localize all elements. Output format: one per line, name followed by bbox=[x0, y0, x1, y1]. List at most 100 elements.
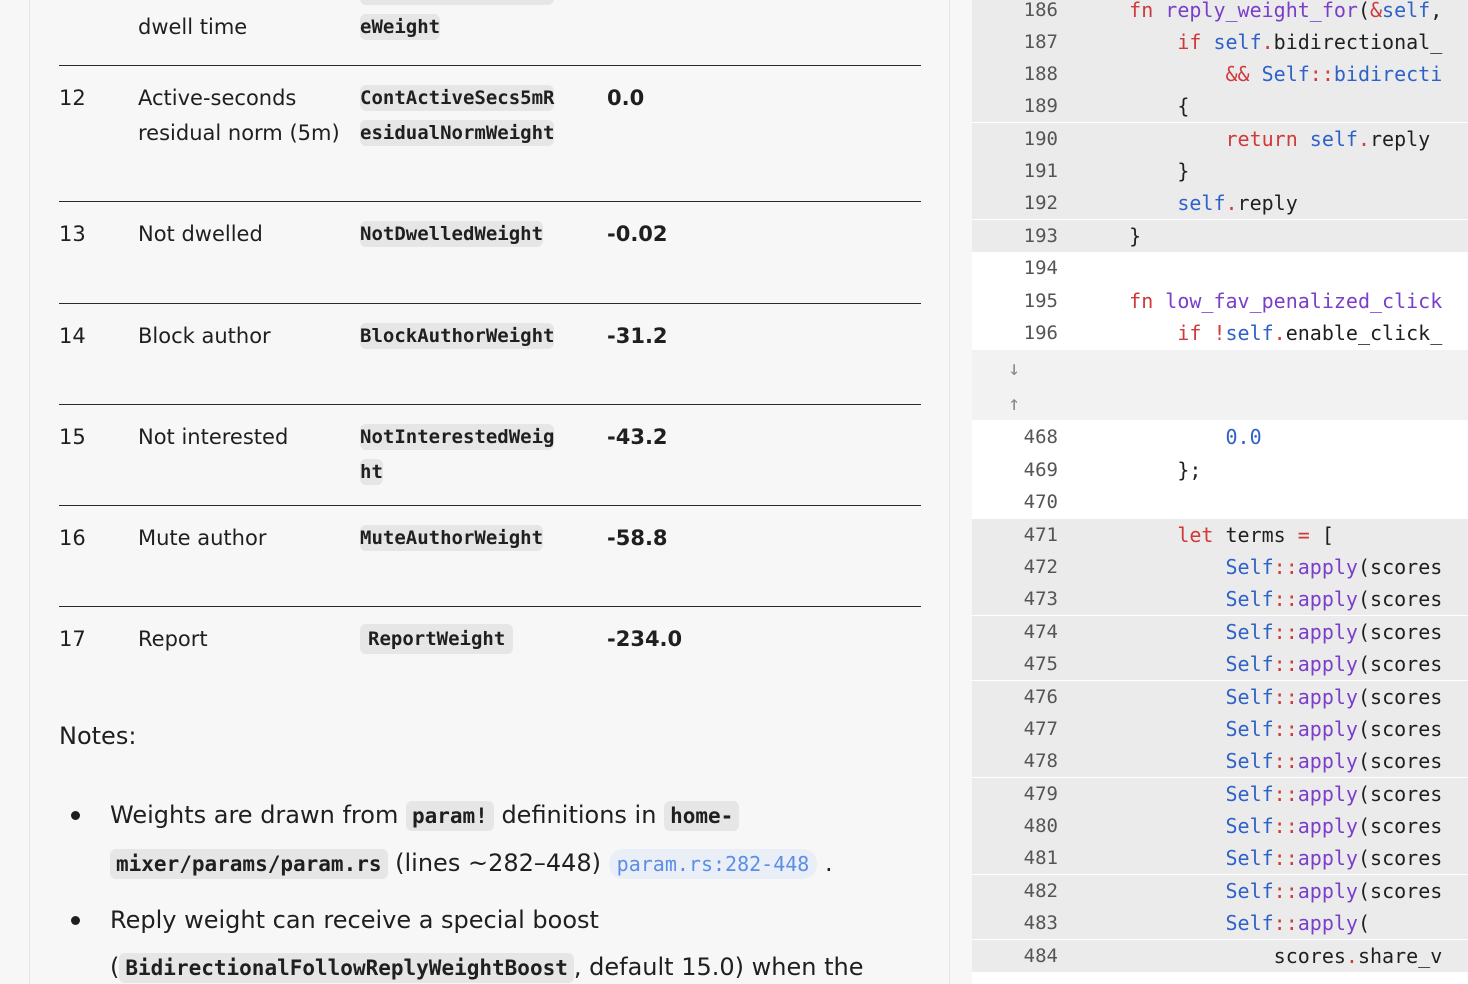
line-number: 193 bbox=[1023, 225, 1058, 247]
code-text: Self::apply(scores bbox=[1225, 749, 1443, 773]
code-text: } bbox=[1081, 224, 1142, 248]
row-number: 13 bbox=[59, 222, 86, 246]
line-number: 194 bbox=[1023, 257, 1058, 279]
line-number: 195 bbox=[1023, 290, 1058, 312]
bullet-icon bbox=[71, 916, 80, 925]
code-text: Self::apply( bbox=[1225, 911, 1371, 935]
signal-name: Active-seconds residual norm (5m) bbox=[138, 86, 340, 145]
code-viewer[interactable]: ↓ ↑ 186 fn reply_weight_for(&self, 187 if… bbox=[972, 0, 1468, 984]
notes-list: Weights are drawn from param! definition… bbox=[59, 792, 909, 984]
code-text: }; bbox=[1081, 458, 1202, 482]
line-number: 476 bbox=[1023, 686, 1058, 708]
line-number: 475 bbox=[1023, 653, 1058, 675]
line-number: 480 bbox=[1023, 815, 1058, 837]
line-number: 471 bbox=[1023, 524, 1058, 546]
code-text: if !self.enable_click_ bbox=[1177, 321, 1443, 345]
file-reference-link[interactable]: param.rs:282-448 bbox=[608, 849, 818, 879]
line-number: 188 bbox=[1023, 63, 1058, 85]
param-code: BlockAuthorWeight bbox=[360, 323, 555, 349]
signal-name: Continuous click-dwell time bbox=[138, 0, 318, 39]
line-number: 483 bbox=[1023, 912, 1058, 934]
weight-value: 0.0 bbox=[607, 0, 644, 65]
code-line: 470 bbox=[972, 486, 1468, 518]
signal-name: Report bbox=[138, 627, 208, 651]
divider bbox=[29, 0, 30, 984]
table-row: 12 Active-seconds residual norm (5m) ContA… bbox=[59, 66, 921, 202]
code-line: 476 Self::apply(scores bbox=[972, 681, 1468, 713]
code-text: Self::apply(scores bbox=[1225, 685, 1443, 709]
line-number: 470 bbox=[1023, 491, 1058, 513]
weight-value: -234.0 bbox=[607, 627, 683, 651]
line-number: 196 bbox=[1023, 322, 1058, 344]
inline-code: param! bbox=[405, 801, 494, 831]
code-line: 190 return self.reply bbox=[972, 123, 1468, 155]
code-line: 194 bbox=[972, 252, 1468, 284]
inline-code: BidirectionalFollowReplyWeightBoost bbox=[119, 953, 574, 983]
line-number: 477 bbox=[1023, 718, 1058, 740]
code-text: Self::apply(scores bbox=[1225, 620, 1443, 644]
code-line: 474 Self::apply(scores bbox=[972, 616, 1468, 648]
list-item: Reply weight can receive a special boost… bbox=[59, 897, 909, 984]
notes-heading: Notes: bbox=[59, 722, 137, 750]
table-row: 16 Mute author MuteAuthorWeight -58.8 bbox=[59, 506, 921, 607]
code-line: 482 Self::apply(scores bbox=[972, 875, 1468, 907]
code-text: fn reply_weight_for(&self, bbox=[1129, 0, 1443, 22]
line-number: 189 bbox=[1023, 95, 1058, 117]
param-code: ReportWeight bbox=[360, 622, 607, 708]
code-text: let terms = [ bbox=[1177, 523, 1334, 547]
code-line: 468 0.0 bbox=[972, 421, 1468, 453]
code-line: 469 }; bbox=[972, 454, 1468, 486]
code-line: 196 if !self.enable_click_ bbox=[972, 317, 1468, 349]
code-line: 480 Self::apply(scores bbox=[972, 810, 1468, 842]
param-code: ContActiveSecs5mResidualNormWeight bbox=[360, 85, 555, 146]
line-number: 469 bbox=[1023, 459, 1058, 481]
table-row: 15 Not interested NotInterestedWeight -43.2 bbox=[59, 405, 921, 506]
line-number: 474 bbox=[1023, 621, 1058, 643]
signal-name: Mute author bbox=[138, 526, 267, 550]
code-line: 191 } bbox=[972, 155, 1468, 187]
code-text: } bbox=[1081, 159, 1190, 183]
code-line: 192 self.reply bbox=[972, 187, 1468, 219]
weight-value: -0.02 bbox=[607, 222, 668, 246]
code-line: 472 Self::apply(scores bbox=[972, 551, 1468, 583]
table-row: 17 Report ReportWeight -234.0 bbox=[59, 607, 921, 708]
list-item: Weights are drawn from param! definition… bbox=[59, 792, 909, 888]
param-code: NotInterestedWeight bbox=[360, 424, 555, 485]
arrow-up-icon[interactable]: ↑ bbox=[1008, 391, 1020, 415]
line-number: 191 bbox=[1023, 160, 1058, 182]
weight-value: 0.0 bbox=[607, 86, 645, 110]
param-code: MuteAuthorWeight bbox=[360, 525, 544, 551]
arrow-down-icon[interactable]: ↓ bbox=[1008, 356, 1020, 380]
code-text: self.reply bbox=[1177, 191, 1298, 215]
line-number: 482 bbox=[1023, 880, 1058, 902]
code-text: Self::apply(scores bbox=[1225, 587, 1443, 611]
weight-value: -43.2 bbox=[607, 425, 668, 449]
row-number: 12 bbox=[59, 86, 86, 110]
code-text: Self::apply(scores bbox=[1225, 879, 1443, 903]
signal-name: Not interested bbox=[138, 425, 289, 449]
bullet-icon bbox=[71, 811, 80, 820]
line-number: 473 bbox=[1023, 588, 1058, 610]
signal-name: Block author bbox=[138, 324, 271, 348]
weights-table: 12 Continuous click-dwell time ContClickDw… bbox=[59, 0, 921, 708]
code-line: 188 && Self::bidirecti bbox=[972, 58, 1468, 90]
code-text: Self::apply(scores bbox=[1225, 555, 1443, 579]
collapsed-region[interactable]: ↓ ↑ bbox=[972, 350, 1468, 420]
table-row: 12Continuous click-dwell time ContClickDw… bbox=[59, 0, 921, 66]
param-code: ContClickDwellTimeWeight bbox=[360, 0, 607, 65]
signal-name: Not dwelled bbox=[138, 222, 263, 246]
code-text: && Self::bidirecti bbox=[1225, 62, 1443, 86]
code-line: 483 Self::apply( bbox=[972, 907, 1468, 939]
row-number: 17 bbox=[59, 627, 86, 651]
code-text: Self::apply(scores bbox=[1225, 814, 1443, 838]
row-number: 16 bbox=[59, 526, 86, 550]
table-row: 14 Block author BlockAuthorWeight -31.2 bbox=[59, 304, 921, 405]
code-text: Self::apply(scores bbox=[1225, 782, 1443, 806]
code-line: 475 Self::apply(scores bbox=[972, 648, 1468, 680]
code-text: fn low_fav_penalized_click bbox=[1129, 289, 1443, 313]
doc-panel: 12 Continuous click-dwell time ContClickDw… bbox=[0, 0, 950, 984]
line-number: 472 bbox=[1023, 556, 1058, 578]
param-code: NotDwelledWeight bbox=[360, 221, 544, 247]
code-line: 479 Self::apply(scores bbox=[972, 778, 1468, 810]
line-number: 186 bbox=[1023, 0, 1058, 21]
